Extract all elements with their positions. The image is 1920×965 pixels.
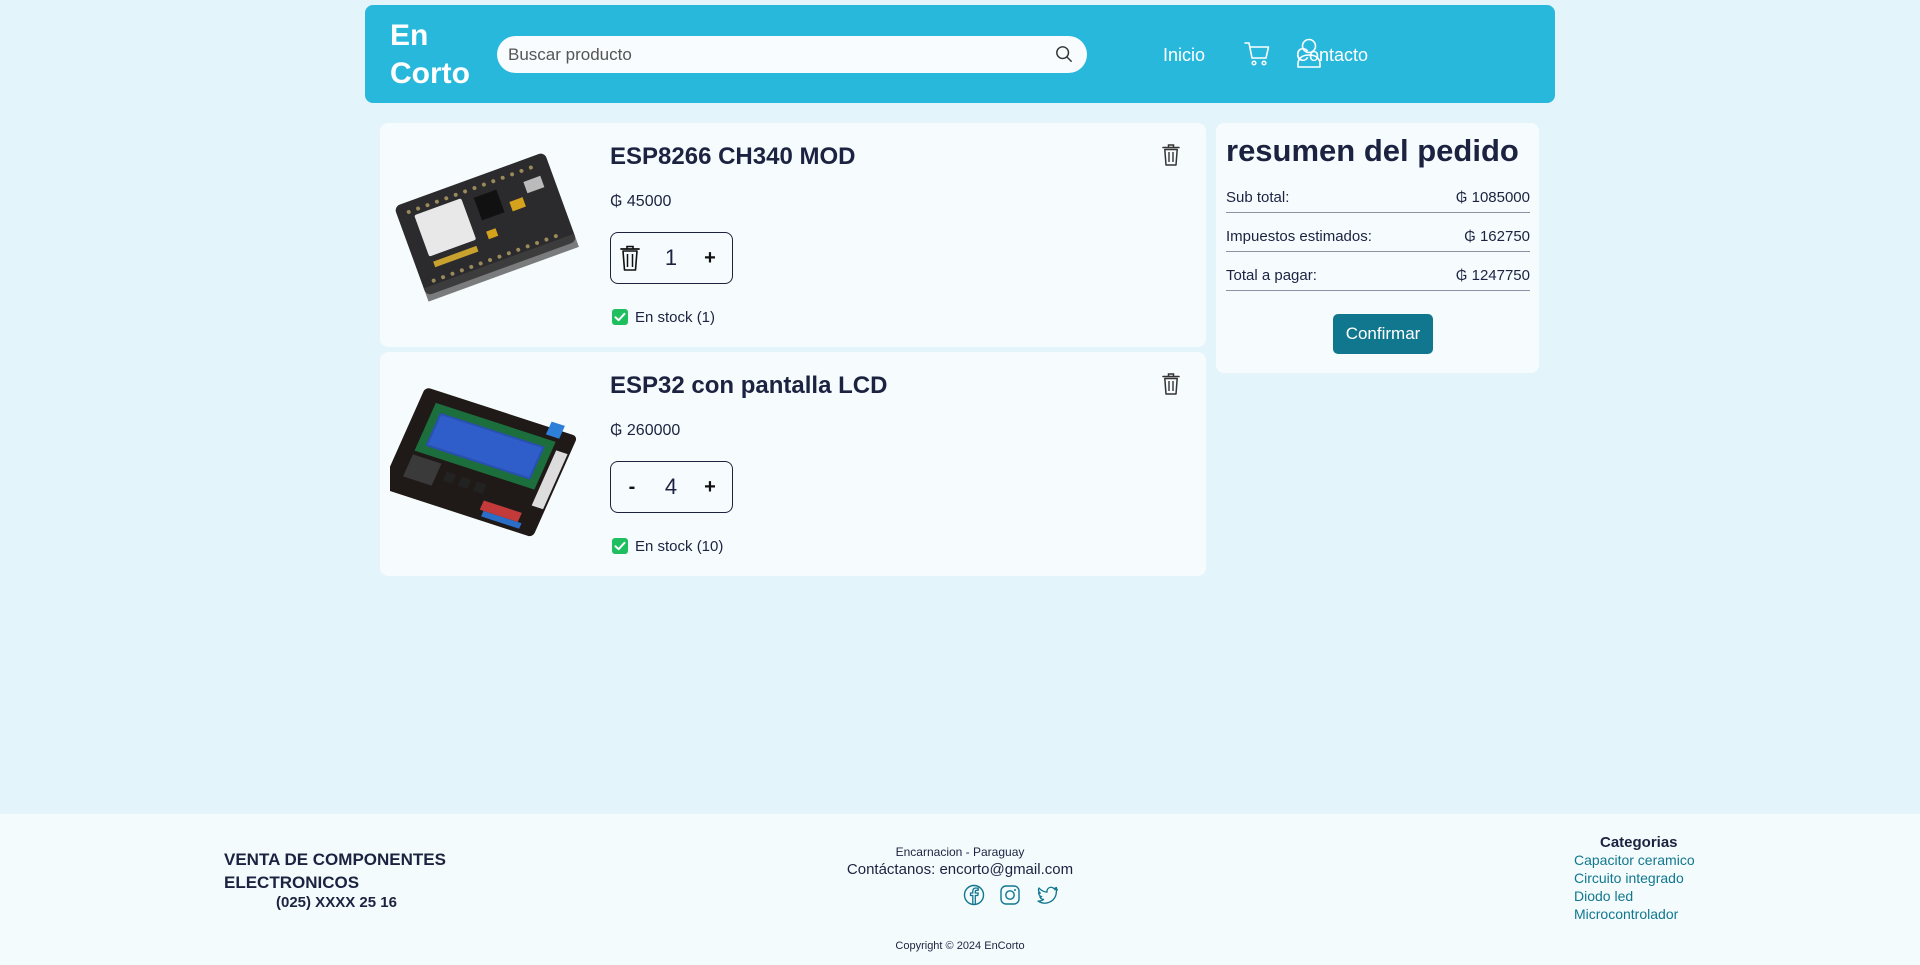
product-price: ₲ 45000	[610, 193, 672, 210]
twitter-icon[interactable]	[1037, 884, 1059, 906]
cart-item: ESP32 con pantalla LCD ₲ 260000 - 4 + En…	[380, 352, 1206, 576]
category-link-microcontrolador[interactable]: Microcontrolador	[1574, 906, 1678, 922]
check-icon	[612, 309, 628, 325]
user-icon[interactable]	[1295, 37, 1323, 69]
logo-line-1: En	[390, 19, 429, 52]
tax-label: Impuestos estimados:	[1226, 228, 1372, 245]
subtotal-value: ₲ 1085000	[1455, 189, 1530, 206]
search-input[interactable]	[508, 36, 1038, 73]
cart-item: ESP8266 CH340 MOD ₲ 45000 1 + En stock (…	[380, 123, 1206, 347]
product-price: ₲ 260000	[610, 422, 681, 439]
logo[interactable]: En Corto	[390, 17, 470, 93]
increment-button[interactable]: +	[699, 474, 721, 500]
decrement-button[interactable]: -	[621, 474, 643, 500]
top-nav-bar: En Corto Inicio Contacto	[365, 5, 1555, 103]
copyright: Copyright © 2024 EnCorto	[895, 940, 1025, 952]
quantity-stepper: - 4 +	[610, 461, 733, 513]
search-icon[interactable]	[1055, 45, 1073, 63]
search-bar	[497, 36, 1087, 73]
nav-link-inicio[interactable]: Inicio	[1163, 45, 1205, 66]
tax-row: Impuestos estimados: ₲ 162750	[1226, 228, 1530, 252]
stock-status: En stock (10)	[612, 538, 723, 555]
total-value: ₲ 1247750	[1455, 267, 1530, 284]
product-image-esp8266	[395, 153, 579, 302]
footer: VENTA DE COMPONENTES ELECTRONICOS (025) …	[0, 814, 1920, 965]
total-label: Total a pagar:	[1226, 267, 1317, 284]
quantity-value[interactable]: 4	[656, 474, 686, 500]
stock-label: En stock (10)	[635, 538, 724, 555]
facebook-icon[interactable]	[963, 884, 985, 906]
product-name[interactable]: ESP8266 CH340 MOD	[610, 143, 855, 171]
check-icon	[612, 538, 628, 554]
stock-label: En stock (1)	[635, 309, 716, 326]
stock-status: En stock (1)	[612, 309, 715, 326]
remove-item-icon[interactable]	[1161, 372, 1181, 396]
quantity-stepper: 1 +	[610, 232, 733, 284]
remove-item-icon[interactable]	[1161, 143, 1181, 167]
increment-button[interactable]: +	[699, 245, 721, 271]
instagram-icon[interactable]	[999, 884, 1021, 906]
tax-value: ₲ 162750	[1464, 228, 1530, 245]
subtotal-label: Sub total:	[1226, 189, 1290, 206]
confirm-button[interactable]: Confirmar	[1333, 314, 1433, 354]
subtotal-row: Sub total: ₲ 1085000	[1226, 189, 1530, 213]
summary-title: resumen del pedido	[1226, 133, 1519, 168]
category-link-circuito[interactable]: Circuito integrado	[1574, 870, 1684, 886]
footer-phone: (025) XXXX 25 16	[276, 894, 397, 911]
category-link-capacitor[interactable]: Capacitor ceramico	[1574, 852, 1695, 868]
category-link-diodo[interactable]: Diodo led	[1574, 888, 1633, 904]
logo-line-2: Corto	[390, 57, 470, 90]
trash-icon[interactable]	[619, 244, 641, 272]
quantity-value[interactable]: 1	[656, 245, 686, 271]
order-summary: resumen del pedido Sub total: ₲ 1085000 …	[1216, 123, 1539, 373]
product-name[interactable]: ESP32 con pantalla LCD	[610, 372, 887, 400]
product-image-esp32-lcd	[390, 388, 577, 537]
cart-icon[interactable]	[1243, 39, 1271, 67]
categories-title: Categorias	[1600, 834, 1678, 851]
total-row: Total a pagar: ₲ 1247750	[1226, 267, 1530, 291]
